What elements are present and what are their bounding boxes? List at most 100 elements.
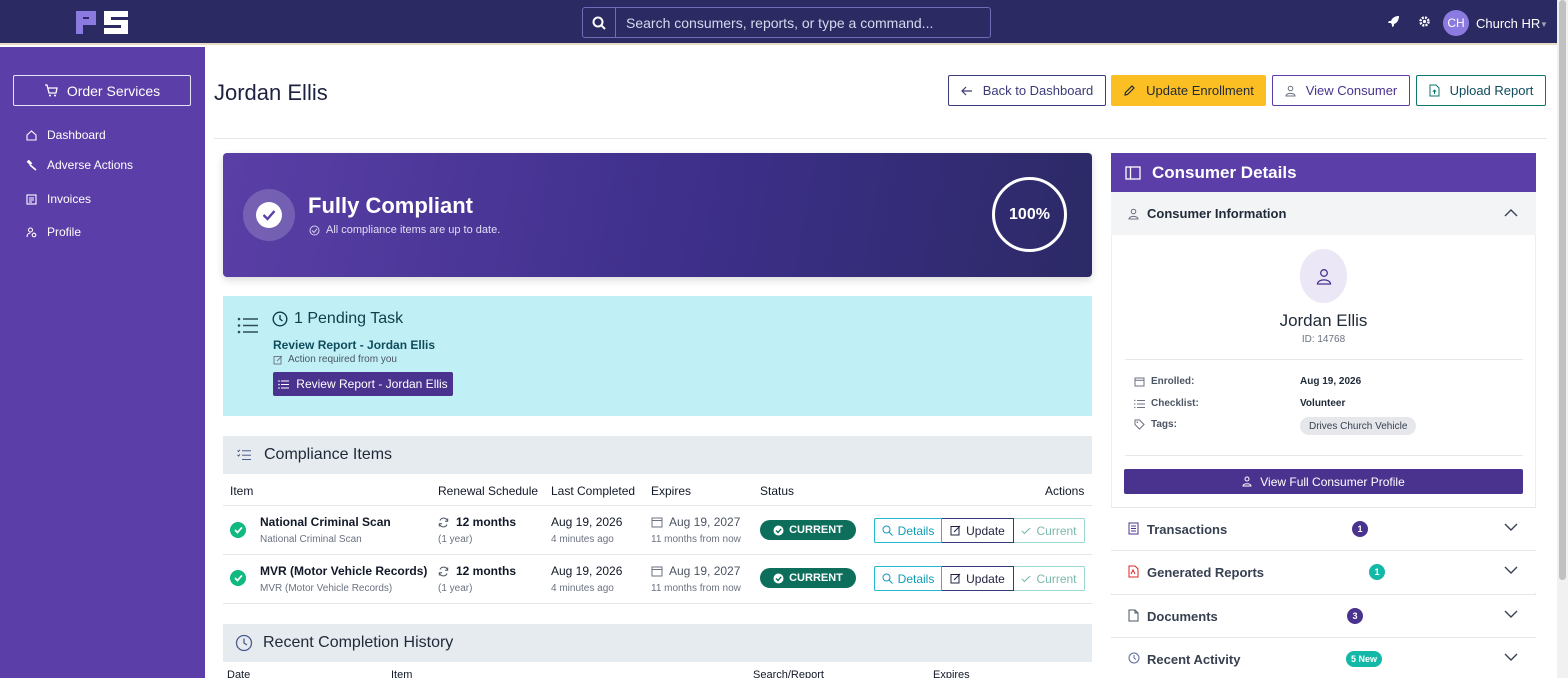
sidebar-item-invoices[interactable]: Invoices — [26, 192, 91, 206]
view-full-profile-button[interactable]: View Full Consumer Profile — [1124, 469, 1523, 494]
sidebar-item-profile[interactable]: Profile — [26, 225, 81, 239]
rocket-icon[interactable] — [1387, 15, 1400, 28]
last-completed-sub: 4 minutes ago — [551, 583, 614, 594]
clock-icon — [1128, 652, 1140, 664]
expires-sub: 11 months from now — [651, 583, 741, 594]
current-button[interactable]: Current — [1014, 566, 1085, 591]
caret-down-icon[interactable]: ▼ — [1540, 20, 1548, 29]
check-icon — [1022, 575, 1031, 582]
user-icon — [1242, 476, 1252, 487]
pending-task-name: Review Report - Jordan Ellis — [273, 338, 436, 352]
chevron-up-icon[interactable] — [1504, 208, 1518, 217]
sidebar-item-label: Invoices — [47, 192, 92, 206]
accordion-recent-activity[interactable]: Recent Activity 5 New — [1111, 637, 1536, 678]
compliance-items-header: Compliance Items — [223, 436, 1092, 474]
search-bar[interactable] — [582, 7, 991, 38]
edit-icon — [950, 573, 961, 584]
renewal-sub: (1 year) — [438, 583, 473, 594]
current-label: Current — [1036, 571, 1077, 586]
order-services-label: Order Services — [66, 82, 161, 99]
gear-icon[interactable] — [1418, 15, 1431, 28]
tag-pill[interactable]: Drives Church Vehicle — [1300, 417, 1417, 435]
checklist-icon — [1134, 399, 1145, 408]
sidebar-item-dashboard[interactable]: Dashboard — [26, 128, 106, 142]
sidebar-item-adverse-actions[interactable]: Adverse Actions — [26, 158, 133, 172]
pending-tasks-panel: 1 Pending Task Review Report - Jordan El… — [223, 296, 1092, 416]
pending-title: 1 Pending Task — [294, 310, 404, 327]
invoice-icon — [26, 193, 37, 205]
status-badge: CURRENT — [760, 520, 856, 540]
view-consumer-label: View Consumer — [1305, 83, 1398, 98]
avatar[interactable]: CH — [1443, 10, 1469, 36]
consumer-information-toggle[interactable]: Consumer Information — [1111, 192, 1536, 235]
status-badge: CURRENT — [760, 568, 856, 588]
renewal-value: 12 months — [456, 564, 517, 578]
calendar-icon — [651, 566, 663, 577]
checklist-label: Checklist: — [1151, 398, 1199, 409]
item-sub: MVR (Motor Vehicle Records) — [260, 583, 393, 594]
search-icon[interactable] — [583, 8, 616, 37]
arrow-left-icon — [960, 86, 972, 95]
file-upload-icon — [1429, 84, 1440, 97]
chevron-down-icon[interactable] — [1504, 653, 1518, 662]
app-logo[interactable] — [74, 9, 130, 36]
enrolled-value: Aug 19, 2026 — [1300, 376, 1362, 387]
column-header-status: Status — [760, 484, 795, 498]
row-actions: Details Update Current — [874, 518, 1085, 543]
chevron-down-icon[interactable] — [1504, 566, 1518, 575]
search-input[interactable] — [616, 8, 990, 37]
check-circle-icon — [230, 570, 246, 586]
compliance-status-circle — [243, 189, 295, 241]
clock-icon — [272, 311, 288, 327]
accordion-documents[interactable]: Documents 3 — [1111, 594, 1536, 637]
item-sub: National Criminal Scan — [260, 534, 362, 545]
scrollbar-thumb[interactable] — [1559, 0, 1566, 580]
details-button[interactable]: Details — [874, 566, 942, 591]
accordion-transactions[interactable]: Transactions 1 — [1111, 507, 1536, 550]
compliance-items-title: Compliance Items — [264, 446, 393, 463]
chevron-down-icon[interactable] — [1504, 610, 1518, 619]
chevron-down-icon[interactable] — [1504, 523, 1518, 532]
update-enrollment-button[interactable]: Update Enrollment — [1111, 75, 1266, 106]
item-name: National Criminal Scan — [260, 515, 391, 529]
table-divider — [223, 603, 1092, 604]
upload-report-button[interactable]: Upload Report — [1416, 75, 1546, 106]
calendar-icon — [1134, 377, 1145, 387]
details-label: Details — [897, 523, 935, 538]
renewal-value: 12 months — [456, 515, 517, 529]
back-to-dashboard-button[interactable]: Back to Dashboard — [948, 75, 1106, 106]
order-services-button[interactable]: Order Services — [13, 75, 191, 106]
column-header-item: Item — [391, 669, 413, 678]
accordion-generated-reports[interactable]: Generated Reports 1 — [1111, 550, 1536, 593]
compliance-banner: Fully Compliant All compliance items are… — [223, 153, 1092, 277]
refresh-icon — [438, 566, 449, 577]
check-badge-icon — [309, 225, 320, 235]
review-report-button[interactable]: Review Report - Jordan Ellis — [273, 372, 453, 396]
checklist-value: Volunteer — [1300, 398, 1346, 409]
status-label: CURRENT — [789, 524, 843, 536]
accordion-label: Documents — [1147, 609, 1218, 624]
user-name[interactable]: Church HR — [1476, 16, 1540, 31]
last-completed: Aug 19, 2026 — [551, 515, 623, 529]
update-button[interactable]: Update — [942, 518, 1014, 543]
details-button[interactable]: Details — [874, 518, 942, 543]
view-consumer-button[interactable]: View Consumer — [1272, 75, 1410, 106]
user-icon — [1316, 268, 1331, 285]
check-circle-icon — [256, 202, 282, 228]
sidebar-item-label: Dashboard — [47, 128, 106, 142]
search-icon — [882, 573, 893, 584]
accordion-label: Recent Activity — [1147, 652, 1241, 667]
back-button-label: Back to Dashboard — [982, 83, 1094, 98]
update-button[interactable]: Update — [942, 566, 1014, 591]
document-icon — [1128, 609, 1139, 622]
current-button[interactable]: Current — [1014, 518, 1085, 543]
table-divider — [223, 505, 1092, 506]
table-divider — [223, 554, 1092, 555]
history-icon — [235, 634, 253, 652]
consumer-details-header: Consumer Details — [1111, 153, 1536, 192]
sidebar-panel-icon — [1125, 165, 1141, 180]
column-header-last-completed: Last Completed — [551, 484, 636, 498]
count-badge: 3 — [1347, 608, 1363, 624]
list-icon — [278, 379, 290, 389]
column-header-renewal: Renewal Schedule — [438, 484, 539, 498]
